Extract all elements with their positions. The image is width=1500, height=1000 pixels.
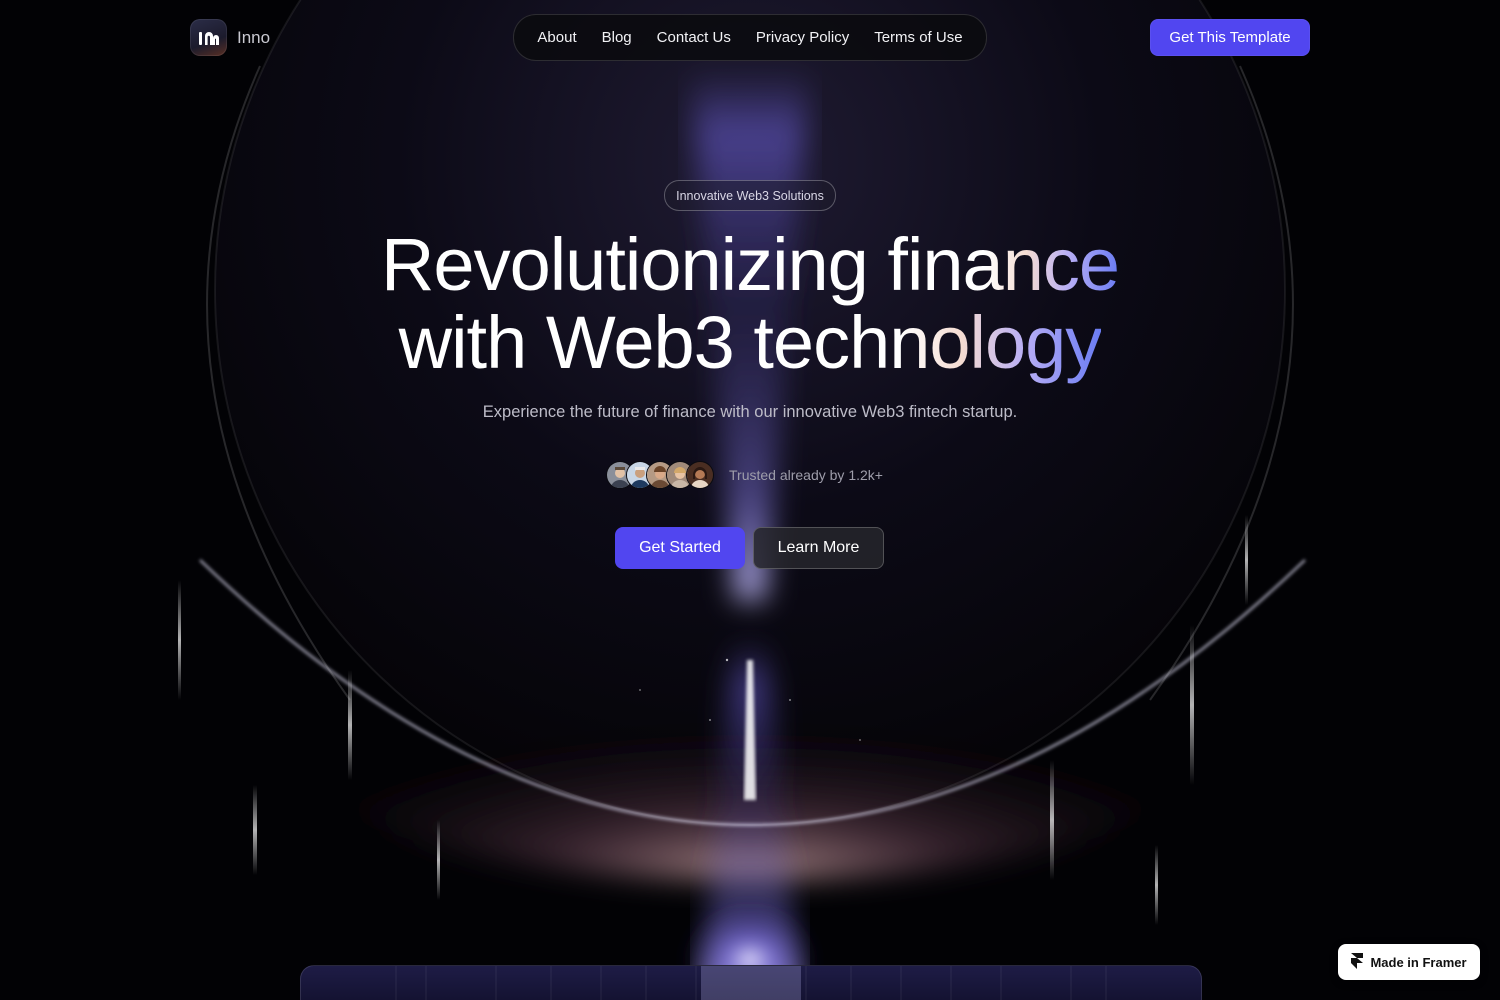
trusted-text: Trusted already by 1.2k+ — [729, 467, 883, 483]
get-started-button[interactable]: Get Started — [615, 527, 745, 569]
headline-line1-plain: Revolutionizing — [380, 223, 888, 306]
hero-background-art — [0, 0, 1500, 1000]
nav-item-about[interactable]: About — [537, 29, 576, 46]
nav-item-privacy-policy[interactable]: Privacy Policy — [756, 29, 849, 46]
main-nav: About Blog Contact Us Privacy Policy Ter… — [513, 14, 987, 61]
trusted-by: Trusted already by 1.2k+ — [606, 461, 883, 489]
hero-subtitle: Experience the future of finance with ou… — [482, 403, 1018, 421]
hero-badge: Innovative Web3 Solutions — [664, 180, 836, 211]
headline-line2-gradient: technology — [753, 301, 1102, 384]
nav-item-contact-us[interactable]: Contact Us — [657, 29, 731, 46]
nav-item-terms-of-use[interactable]: Terms of Use — [874, 29, 962, 46]
brand-name: Inno — [237, 27, 271, 47]
dashboard-preview — [300, 965, 1202, 1000]
avatar — [686, 461, 714, 489]
headline-line2-plain: with Web3 — [398, 301, 754, 384]
avatar-group — [606, 461, 714, 489]
headline-line1-gradient: finance — [887, 223, 1120, 306]
made-in-framer-badge[interactable]: Made in Framer — [1338, 944, 1480, 980]
site-header: Inno About Blog Contact Us Privacy Polic… — [0, 0, 1500, 74]
nav-item-blog[interactable]: Blog — [602, 29, 632, 46]
landing-page: Inno About Blog Contact Us Privacy Polic… — [0, 0, 1500, 1000]
framer-icon — [1351, 952, 1364, 972]
get-template-button[interactable]: Get This Template — [1150, 19, 1310, 56]
brand-logo[interactable]: Inno — [190, 19, 270, 56]
hero-headline: Revolutionizing finance with Web3 techno… — [250, 226, 1250, 382]
learn-more-button[interactable]: Learn More — [753, 527, 884, 569]
logo-icon — [190, 19, 227, 56]
framer-badge-label: Made in Framer — [1370, 954, 1467, 970]
